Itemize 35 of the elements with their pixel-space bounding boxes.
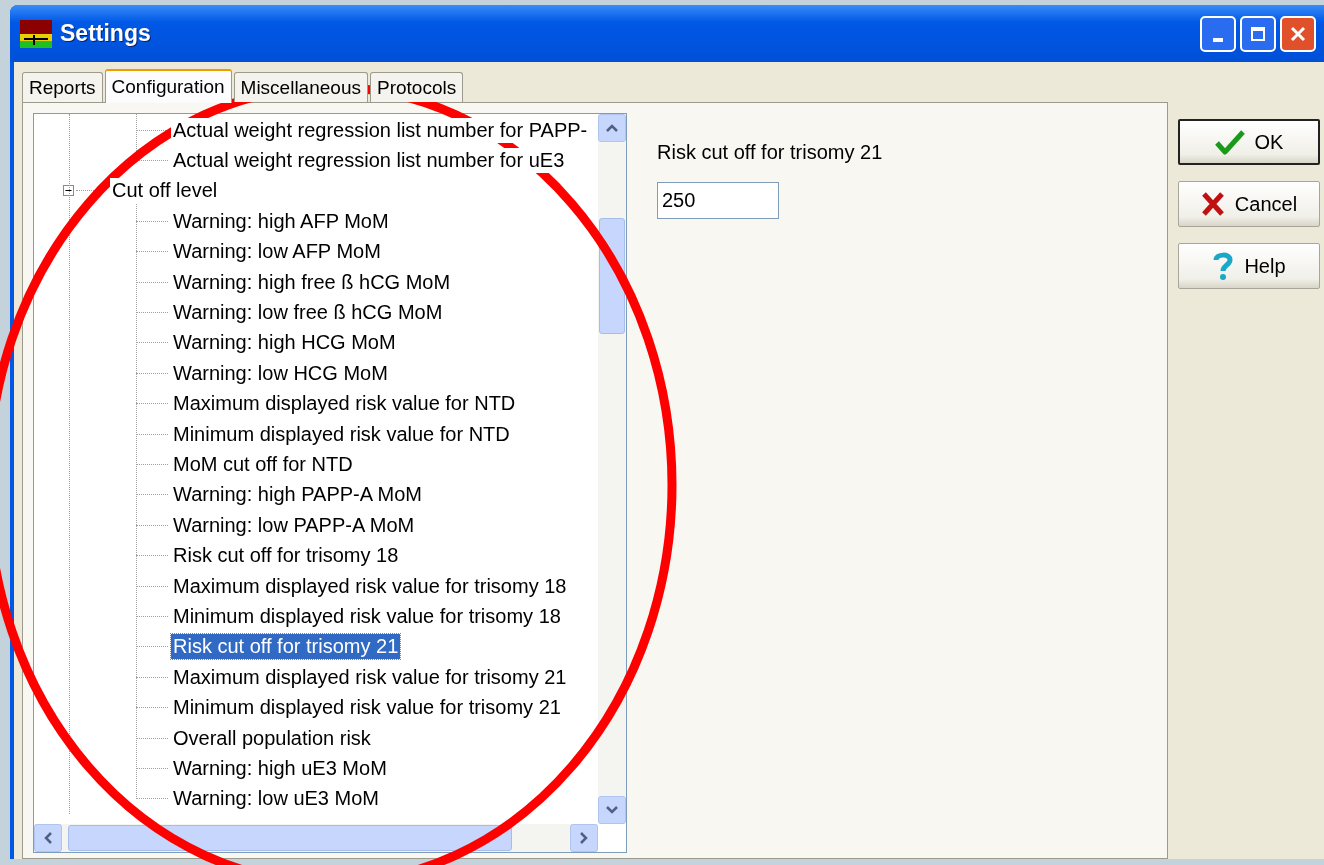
tab[interactable]: Reports (22, 72, 103, 102)
checkmark-icon (1214, 129, 1245, 155)
scroll-up-button[interactable] (598, 114, 626, 142)
tab[interactable]: Configuration (104, 69, 232, 103)
scroll-thumb[interactable] (68, 825, 512, 851)
window-title: Settings (60, 20, 151, 47)
maximize-button[interactable] (1240, 15, 1276, 52)
horizontal-scrollbar[interactable] (34, 824, 598, 852)
tab[interactable]: Miscellaneous (233, 72, 368, 102)
maximize-icon (1250, 25, 1266, 42)
scroll-left-button[interactable] (34, 824, 62, 852)
chevron-right-icon (579, 831, 589, 845)
close-button[interactable] (1280, 15, 1316, 52)
minimize-icon (1213, 37, 1223, 42)
tree-item[interactable]: Actual weight regression list number for PAPP- (171, 117, 590, 143)
cancel-button[interactable]: Cancel (1178, 181, 1320, 227)
cross-icon (1200, 191, 1225, 217)
tree-item[interactable]: Risk cut off for trisomy 21 (171, 634, 401, 660)
field-label: Risk cut off for trisomy 21 (657, 141, 883, 164)
chevron-left-icon (43, 831, 53, 845)
app-icon (20, 19, 52, 48)
question-mark-icon (1212, 251, 1235, 281)
vertical-scrollbar[interactable] (598, 114, 626, 824)
scroll-right-button[interactable] (570, 824, 598, 852)
ok-button[interactable]: OK (1178, 119, 1320, 165)
input-field[interactable]: 250 (657, 182, 779, 219)
chevron-down-icon (605, 805, 619, 815)
tab[interactable]: Protocols (369, 72, 464, 102)
help-button[interactable]: Help (1178, 243, 1320, 289)
tree-item[interactable]: Actual weight regression list number for uE3 (171, 148, 567, 174)
collapse-toggle[interactable] (63, 185, 74, 197)
minimize-button[interactable] (1200, 15, 1236, 52)
close-icon (1290, 25, 1306, 42)
chevron-up-icon (605, 123, 619, 133)
scroll-down-button[interactable] (598, 796, 626, 824)
